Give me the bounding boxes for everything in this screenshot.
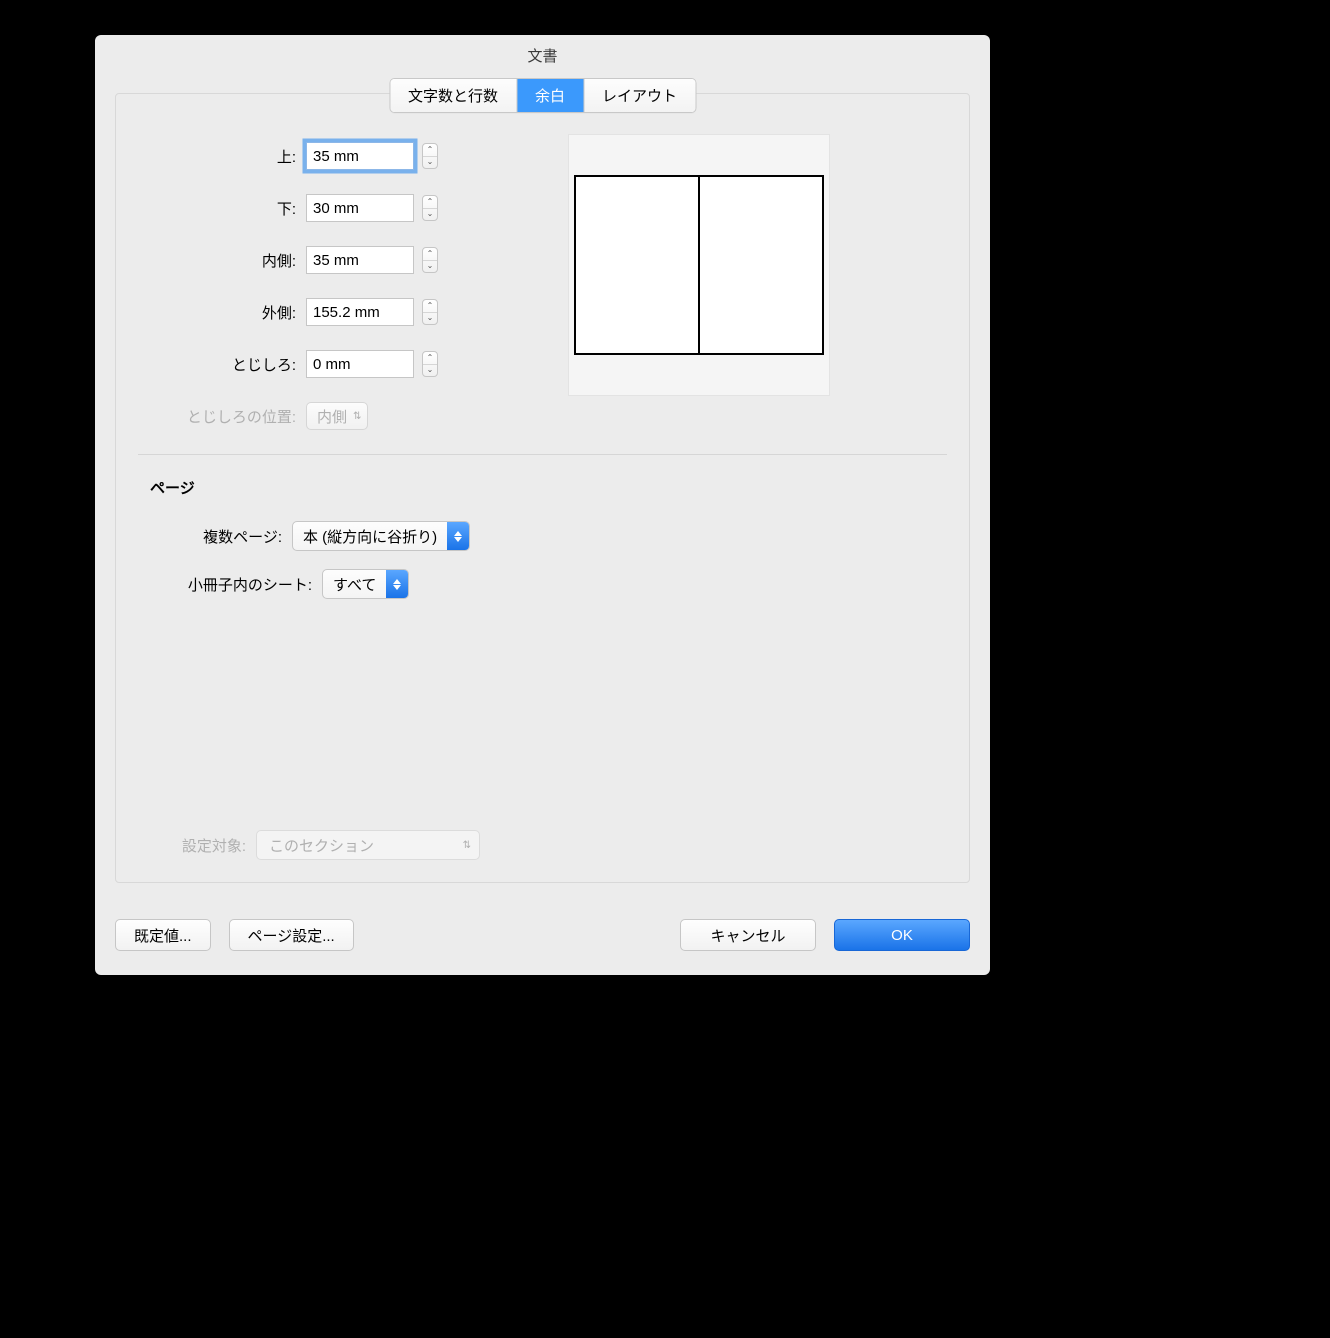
select-apply-to: このセクション ⇅ [256, 830, 480, 860]
label-margin-bottom: 下: [138, 198, 306, 219]
divider [138, 454, 947, 455]
chevron-down-icon: ⌄ [423, 365, 437, 377]
tab-layout[interactable]: レイアウト [584, 79, 695, 112]
stepper-gutter[interactable]: ⌃ ⌄ [422, 351, 438, 377]
preview-spread [574, 175, 824, 355]
chevron-up-icon: ⌃ [423, 196, 437, 209]
section-pages-heading: ページ [150, 477, 969, 498]
input-margin-top[interactable] [306, 142, 414, 170]
margin-preview [568, 134, 830, 396]
label-margin-top: 上: [138, 146, 306, 167]
select-multiple-pages-value: 本 (縦方向に谷折り) [293, 526, 447, 547]
label-apply-to: 設定対象: [116, 835, 256, 856]
stepper-margin-bottom[interactable]: ⌃ ⌄ [422, 195, 438, 221]
label-gutter-position: とじしろの位置: [138, 406, 306, 427]
preview-right-page [700, 177, 822, 353]
page-setup-button[interactable]: ページ設定... [229, 919, 354, 951]
tab-bar: 文字数と行数 余白 レイアウト [389, 78, 696, 113]
label-booklet-sheets: 小冊子内のシート: [116, 574, 322, 595]
select-gutter-position: 内側 ⇅ [306, 402, 368, 430]
updown-icon: ⇅ [463, 840, 471, 851]
select-apply-to-value: このセクション [269, 835, 374, 856]
dialog-content: 文字数と行数 余白 レイアウト 上: ⌃ ⌄ 下: [115, 93, 970, 883]
tab-margins[interactable]: 余白 [517, 79, 584, 112]
chevron-down-icon: ⌄ [423, 209, 437, 221]
stepper-margin-outer[interactable]: ⌃ ⌄ [422, 299, 438, 325]
chevron-down-icon: ⌄ [423, 313, 437, 325]
label-multiple-pages: 複数ページ: [116, 526, 292, 547]
window-titlebar: 文書 [95, 35, 990, 77]
chevron-up-icon: ⌃ [423, 352, 437, 365]
label-margin-inner: 内側: [138, 250, 306, 271]
window-title: 文書 [527, 45, 557, 66]
chevron-up-icon: ⌃ [423, 300, 437, 313]
select-booklet-sheets[interactable]: すべて [322, 569, 409, 599]
input-margin-outer[interactable] [306, 298, 414, 326]
chevron-down-icon: ⌄ [423, 261, 437, 273]
updown-icon [447, 522, 469, 550]
chevron-up-icon: ⌃ [423, 248, 437, 261]
updown-icon: ⇅ [353, 411, 361, 422]
input-margin-bottom[interactable] [306, 194, 414, 222]
select-gutter-position-value: 内側 [317, 406, 347, 427]
updown-icon [386, 570, 408, 598]
default-button[interactable]: 既定値... [115, 919, 211, 951]
label-gutter: とじしろ: [138, 354, 306, 375]
dialog-button-bar: 既定値... ページ設定... キャンセル OK [115, 919, 970, 951]
tab-text-grid[interactable]: 文字数と行数 [390, 79, 517, 112]
stepper-margin-inner[interactable]: ⌃ ⌄ [422, 247, 438, 273]
chevron-down-icon: ⌄ [423, 157, 437, 169]
ok-button[interactable]: OK [834, 919, 970, 951]
input-gutter[interactable] [306, 350, 414, 378]
input-margin-inner[interactable] [306, 246, 414, 274]
cancel-button[interactable]: キャンセル [680, 919, 816, 951]
select-multiple-pages[interactable]: 本 (縦方向に谷折り) [292, 521, 470, 551]
preview-left-page [576, 177, 700, 353]
select-booklet-sheets-value: すべて [323, 574, 386, 595]
document-dialog: 文書 文字数と行数 余白 レイアウト 上: ⌃ ⌄ [95, 35, 990, 975]
chevron-up-icon: ⌃ [423, 144, 437, 157]
stepper-margin-top[interactable]: ⌃ ⌄ [422, 143, 438, 169]
label-margin-outer: 外側: [138, 302, 306, 323]
